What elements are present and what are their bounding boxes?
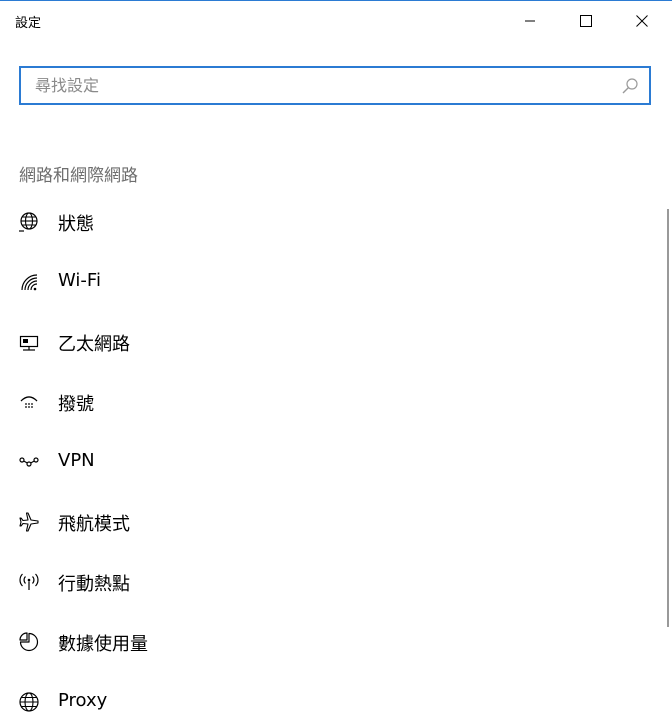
nav-item-status[interactable]: 狀態: [0, 191, 660, 251]
settings-window: 設定 網路和網際網路: [0, 0, 672, 721]
nav-item-proxy[interactable]: Proxy: [0, 671, 660, 721]
nav-item-dialup[interactable]: 撥號: [0, 371, 660, 431]
search-icon[interactable]: [621, 77, 639, 95]
nav-item-vpn[interactable]: VPN: [0, 431, 660, 491]
maximize-button[interactable]: [561, 1, 611, 40]
search-box[interactable]: [19, 66, 651, 105]
nav-list: 狀態 Wi-Fi 乙太網路 撥號 VPN 飛航模式 行動熱點 數據使用量 Pro…: [0, 191, 660, 721]
airplane-icon: [19, 512, 39, 532]
nav-item-label: Proxy: [58, 690, 108, 711]
globe-icon: [19, 692, 39, 712]
scrollbar[interactable]: [667, 209, 669, 627]
nav-item-label: 狀態: [58, 214, 94, 235]
window-title: 設定: [15, 16, 42, 31]
close-icon: [636, 14, 648, 27]
nav-item-wifi[interactable]: Wi-Fi: [0, 251, 660, 311]
nav-item-label: 乙太網路: [58, 334, 130, 355]
ethernet-icon: [19, 335, 39, 351]
nav-item-label: 撥號: [58, 394, 94, 415]
nav-item-airplane-mode[interactable]: 飛航模式: [0, 491, 660, 551]
globe-status-icon: [19, 212, 38, 232]
nav-item-ethernet[interactable]: 乙太網路: [0, 311, 660, 371]
dialup-icon: [20, 396, 38, 408]
nav-item-mobile-hotspot[interactable]: 行動熱點: [0, 551, 660, 611]
minimize-icon: [525, 20, 535, 21]
nav-item-label: VPN: [58, 450, 95, 471]
close-button[interactable]: [617, 1, 667, 40]
vpn-icon: [19, 457, 39, 467]
data-usage-icon: [19, 632, 39, 652]
nav-item-label: 數據使用量: [58, 634, 148, 655]
nav-item-label: Wi-Fi: [58, 270, 101, 291]
title-bar[interactable]: 設定: [0, 1, 672, 40]
section-title: 網路和網際網路: [19, 166, 138, 186]
nav-item-label: 行動熱點: [58, 574, 130, 595]
wifi-icon: [21, 274, 38, 291]
nav-item-label: 飛航模式: [58, 514, 130, 535]
maximize-icon: [580, 14, 592, 27]
hotspot-icon: [19, 573, 39, 590]
minimize-button[interactable]: [505, 1, 555, 40]
search-input[interactable]: [35, 68, 615, 103]
nav-item-data-usage[interactable]: 數據使用量: [0, 611, 660, 671]
